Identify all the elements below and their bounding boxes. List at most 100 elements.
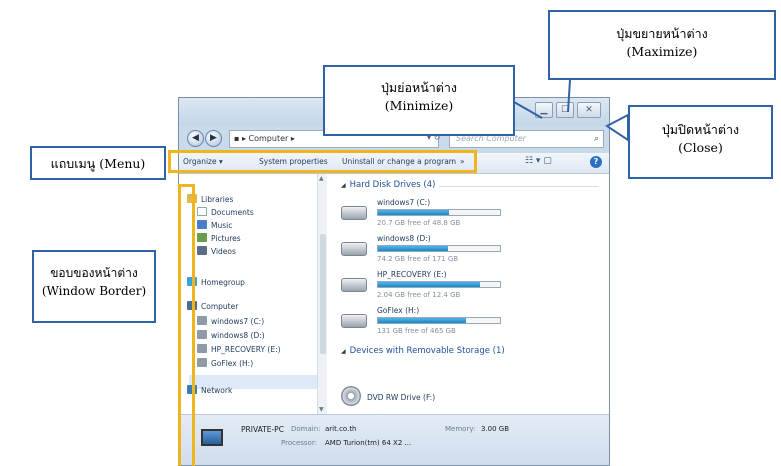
drive-icon bbox=[197, 330, 207, 339]
hard-drive-icon bbox=[341, 314, 367, 328]
scroll-down-icon[interactable]: ▼ bbox=[319, 406, 324, 413]
documents-icon bbox=[197, 207, 207, 216]
videos-icon bbox=[197, 246, 207, 255]
nav-drive-e[interactable]: HP_RECOVERY (E:) bbox=[197, 342, 281, 354]
group-divider bbox=[439, 186, 599, 187]
drive-name: windows8 (D:) bbox=[377, 234, 431, 243]
collapse-icon: ◢ bbox=[341, 348, 346, 355]
minimize-callout-english: (Minimize) bbox=[384, 98, 454, 113]
drive-usage-fill bbox=[378, 210, 449, 215]
nav-drive-h[interactable]: GoFlex (H:) bbox=[197, 356, 253, 368]
close-callout: ปุ่มปิดหน้าต่าง (Close) bbox=[628, 105, 773, 179]
hdd-group-header[interactable]: ◢ Hard Disk Drives (4) bbox=[341, 180, 435, 190]
nav-label: Homegroup bbox=[201, 278, 245, 287]
menu-bar-highlight bbox=[168, 150, 477, 173]
drive-tile-d[interactable]: windows8 (D:) 74.2 GB free of 171 GB bbox=[341, 234, 601, 270]
close-button[interactable]: ✕ bbox=[577, 102, 601, 118]
processor-label: Processor: bbox=[281, 439, 317, 447]
nav-label: Documents bbox=[211, 208, 254, 217]
pc-name: PRIVATE-PC bbox=[241, 425, 284, 434]
nav-music[interactable]: Music bbox=[197, 220, 232, 230]
minimize-button[interactable]: ▁ bbox=[535, 102, 553, 118]
search-icon[interactable]: ⌕ bbox=[594, 131, 599, 147]
close-callout-thai: ปุ่มปิดหน้าต่าง bbox=[661, 122, 740, 137]
memory-value: 3.00 GB bbox=[481, 425, 510, 433]
minimize-callout: ปุ่มย่อหน้าต่าง (Minimize) bbox=[323, 65, 515, 136]
drive-tile-e[interactable]: HP_RECOVERY (E:) 2.04 GB free of 12.4 GB bbox=[341, 270, 601, 306]
maximize-callout: ปุ่มขยายหน้าต่าง (Maximize) bbox=[548, 10, 776, 80]
close-pointer bbox=[605, 113, 629, 142]
music-icon bbox=[197, 220, 207, 229]
drive-free-space: 2.04 GB free of 12.4 GB bbox=[377, 291, 461, 299]
drive-usage-bar bbox=[377, 245, 501, 252]
nav-pictures[interactable]: Pictures bbox=[197, 233, 241, 243]
memory-label: Memory: bbox=[445, 425, 476, 433]
pictures-icon bbox=[197, 233, 207, 242]
help-icon[interactable]: ? bbox=[590, 156, 602, 168]
scrollbar-thumb[interactable] bbox=[320, 234, 326, 354]
window-border-highlight bbox=[178, 184, 195, 466]
drive-tile-c[interactable]: windows7 (C:) 20.7 GB free of 48.8 GB bbox=[341, 198, 601, 234]
hdd-header-text: Hard Disk Drives (4) bbox=[349, 180, 436, 190]
drive-usage-bar bbox=[377, 281, 501, 288]
window-border-callout: ขอบของหน้าต่าง (Window Border) bbox=[32, 250, 156, 323]
address-text: Computer bbox=[248, 134, 289, 143]
dvd-drive-icon bbox=[341, 386, 361, 406]
nav-label: Pictures bbox=[211, 234, 241, 243]
maximize-callout-english: (Maximize) bbox=[626, 44, 698, 59]
nav-drive-d[interactable]: windows8 (D:) bbox=[197, 328, 265, 340]
drive-usage-fill bbox=[378, 246, 448, 251]
drive-free-space: 74.2 GB free of 171 GB bbox=[377, 255, 459, 263]
computer-small-icon: ▪ ▸ bbox=[234, 134, 249, 143]
nav-label: GoFlex (H:) bbox=[211, 359, 254, 368]
drive-tile-h[interactable]: GoFlex (H:) 131 GB free of 465 GB bbox=[341, 306, 601, 342]
nav-label: windows7 (C:) bbox=[211, 317, 265, 326]
drive-usage-bar bbox=[377, 209, 501, 216]
drive-free-space: 20.7 GB free of 48.8 GB bbox=[377, 219, 461, 227]
menu-callout-text: แถบเมนู (Menu) bbox=[50, 156, 146, 171]
close-callout-english: (Close) bbox=[678, 140, 723, 155]
processor-value: AMD Turion(tm) 64 X2 ... bbox=[325, 439, 412, 447]
drive-free-space: 131 GB free of 465 GB bbox=[377, 327, 456, 335]
nav-label: Libraries bbox=[201, 195, 234, 204]
border-callout-english: (Window Border) bbox=[41, 284, 147, 298]
drive-icon bbox=[197, 316, 207, 325]
border-callout-thai: ขอบของหน้าต่าง bbox=[50, 266, 138, 280]
minimize-icon: ▁ bbox=[540, 105, 548, 115]
address-chevron-icon: ▸ bbox=[288, 134, 295, 143]
maximize-button[interactable]: ☐ bbox=[556, 102, 574, 118]
forward-button[interactable]: ▶ bbox=[205, 130, 222, 147]
nav-documents[interactable]: Documents bbox=[197, 207, 254, 217]
drive-name: GoFlex (H:) bbox=[377, 306, 420, 315]
domain-label: Domain: bbox=[291, 425, 321, 433]
nav-videos[interactable]: Videos bbox=[197, 246, 236, 256]
nav-label: Videos bbox=[211, 247, 236, 256]
hard-drive-windows-icon bbox=[341, 206, 367, 220]
removable-group-header[interactable]: ◢ Devices with Removable Storage (1) bbox=[341, 346, 505, 356]
drive-icon bbox=[197, 358, 207, 367]
nav-label: Computer bbox=[201, 302, 239, 311]
drive-name: windows7 (C:) bbox=[377, 198, 431, 207]
nav-label: Music bbox=[211, 221, 233, 230]
hard-drive-icon bbox=[341, 242, 367, 256]
drive-usage-fill bbox=[378, 318, 466, 323]
scroll-up-icon[interactable]: ▲ bbox=[319, 175, 324, 182]
collapse-icon: ◢ bbox=[341, 182, 346, 189]
drive-usage-fill bbox=[378, 282, 481, 287]
drive-usage-bar bbox=[377, 317, 501, 324]
dvd-drive-tile[interactable]: DVD RW Drive (F:) bbox=[341, 386, 541, 410]
removable-header-text: Devices with Removable Storage (1) bbox=[349, 346, 505, 356]
nav-homegroup[interactable]: Homegroup bbox=[187, 277, 245, 287]
view-options-icon[interactable]: ☷ ▾ ▢ bbox=[525, 156, 552, 166]
nav-label: Network bbox=[201, 386, 233, 395]
maximize-callout-thai: ปุ่มขยายหน้าต่าง bbox=[616, 26, 708, 41]
details-pane: PRIVATE-PC Domain: arit.co.th Memory: 3.… bbox=[179, 414, 609, 465]
menu-callout: แถบเมนู (Menu) bbox=[30, 146, 166, 180]
domain-value: arit.co.th bbox=[325, 425, 357, 433]
pc-monitor-icon bbox=[201, 429, 223, 446]
minimize-callout-thai: ปุ่มย่อหน้าต่าง bbox=[380, 80, 458, 95]
back-button[interactable]: ◀ bbox=[187, 130, 204, 147]
nav-drive-c[interactable]: windows7 (C:) bbox=[197, 314, 264, 326]
nav-label: windows8 (D:) bbox=[211, 331, 265, 340]
navigation-pane: Libraries Documents Music Pictures Video… bbox=[179, 174, 317, 414]
